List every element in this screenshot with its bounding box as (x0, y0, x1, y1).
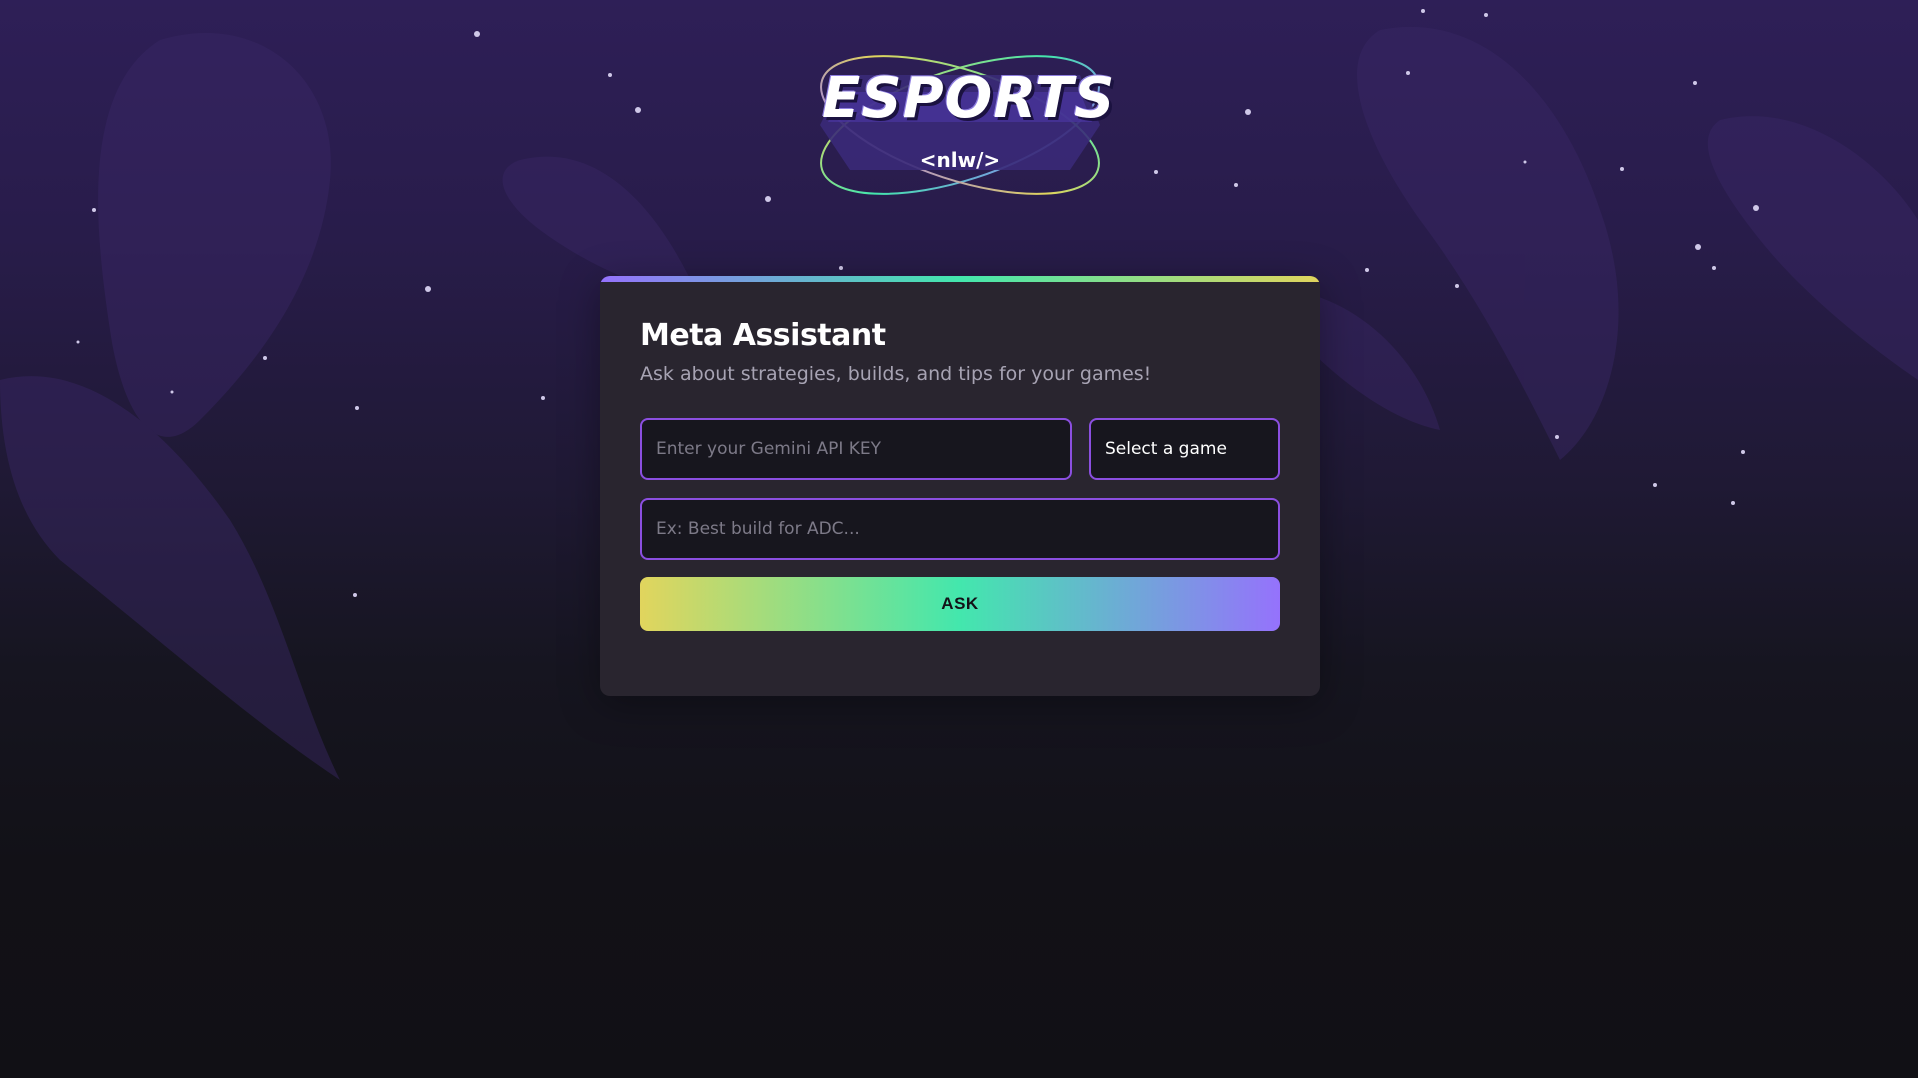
question-input[interactable] (640, 498, 1280, 560)
api-key-input[interactable] (640, 418, 1072, 480)
ask-button[interactable]: ASK (640, 577, 1280, 631)
meta-assistant-card: Meta Assistant Ask about strategies, bui… (600, 276, 1320, 696)
card-title: Meta Assistant (640, 318, 886, 353)
card-gradient-bar (600, 276, 1320, 282)
card-subtitle: Ask about strategies, builds, and tips f… (640, 363, 1152, 385)
logo-wordmark: ESPORTS (822, 66, 1116, 131)
game-select[interactable]: Select a game (1089, 418, 1280, 480)
esports-logo: ESPORTS <nlw/> (800, 30, 1120, 220)
logo-tagline: <nlw/> (919, 148, 1001, 172)
game-select-label: Select a game (1105, 439, 1227, 459)
